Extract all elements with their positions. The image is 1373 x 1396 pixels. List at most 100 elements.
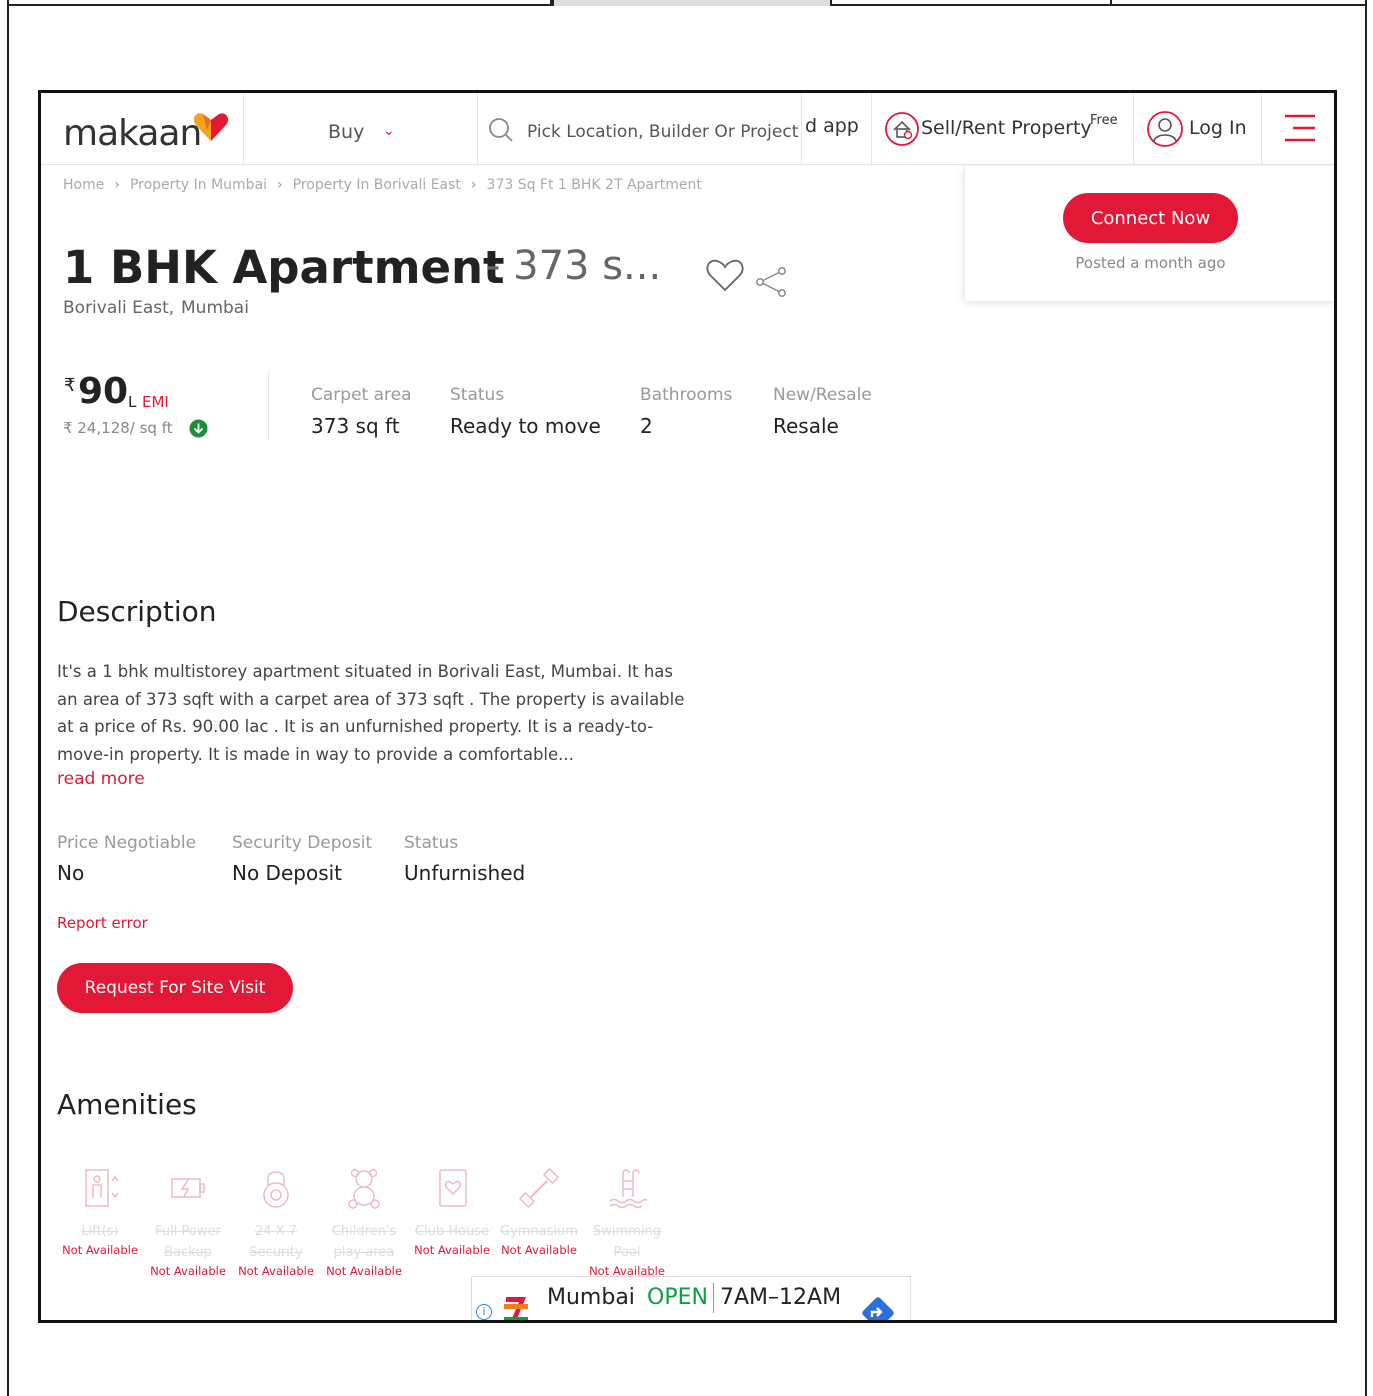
amenity-status: Not Available (501, 1243, 577, 1257)
spec-value: Ready to move (450, 414, 601, 438)
directions-icon[interactable] (858, 1293, 898, 1323)
read-more-link[interactable]: read more (57, 769, 145, 789)
detail-value: Unfurnished (404, 861, 526, 885)
detail-furnishing-status: Status Unfurnished (404, 833, 525, 885)
amenity-item: Club House Not Available (410, 1167, 494, 1258)
request-site-visit-button[interactable]: Request For Site Visit (57, 963, 293, 1013)
table-cell-shaded (552, 0, 830, 6)
table-cell (830, 0, 1110, 6)
ad-banner[interactable]: i Mumbai OPEN 7AM–12AM (471, 1276, 911, 1323)
amenity-item: 24 X 7 Security Not Available (234, 1167, 318, 1279)
user-icon (1147, 111, 1183, 147)
price-per-sqft: ₹ 24,128/ sq ft (63, 419, 173, 437)
breadcrumb-current: 373 Sq Ft 1 BHK 2T Apartment (486, 177, 702, 193)
detail-label: Security Deposit (232, 833, 373, 853)
breadcrumb-home[interactable]: Home (63, 177, 104, 193)
search-icon (489, 118, 513, 142)
description-text: It's a 1 bhk multistorey apartment situa… (57, 662, 685, 764)
screenshot: makaan Buy ⌄ Pick Location, Builder Or P… (38, 90, 1337, 1323)
detail-value: No Deposit (232, 861, 343, 885)
header-divider (871, 93, 872, 165)
makaan-logo[interactable]: makaan (63, 113, 202, 154)
header-divider (801, 93, 802, 165)
table-cell (1110, 0, 1365, 6)
spec-new-resale: New/Resale Resale (773, 385, 872, 438)
description-heading: Description (57, 595, 217, 628)
amenity-item: Children's play area Not Available (322, 1167, 406, 1279)
store-logo-icon (502, 1293, 530, 1320)
amenity-name: Swimming Pool (593, 1224, 661, 1260)
price-divider (268, 371, 269, 441)
club-house-icon (439, 1169, 467, 1207)
amenity-status: Not Available (326, 1264, 402, 1278)
favourite-heart-icon[interactable] (705, 257, 745, 293)
amenity-name: Children's play area (331, 1224, 397, 1260)
report-error-link[interactable]: Report error (57, 914, 148, 932)
detail-label: Price Negotiable (57, 833, 197, 853)
ad-hours: 7AM–12AM (720, 1285, 842, 1310)
spec-label: Carpet area (311, 385, 412, 405)
chevron-right-icon: › (277, 177, 283, 193)
search-input[interactable]: Pick Location, Builder Or Project (527, 122, 798, 142)
city[interactable]: Mumbai (181, 298, 249, 318)
currency-symbol: ₹ (64, 375, 76, 396)
amenity-name: Full Power Backup (155, 1224, 221, 1260)
amenity-status: Not Available (150, 1264, 226, 1278)
hamburger-menu-icon[interactable] (1283, 113, 1317, 143)
swimming-pool-icon (609, 1169, 648, 1209)
detail-price-negotiable: Price Negotiable No (57, 833, 196, 885)
price-trend-down-icon[interactable] (189, 419, 208, 438)
connect-panel: Connect Now Posted a month ago (964, 166, 1334, 301)
amenity-status: Not Available (238, 1264, 314, 1278)
site-header: makaan Buy ⌄ Pick Location, Builder Or P… (41, 93, 1334, 165)
spec-carpet-area: Carpet area 373 sq ft (311, 385, 412, 438)
page-title: 1 BHK Apartment (63, 241, 505, 294)
ad-city: Mumbai (547, 1285, 635, 1310)
header-divider (1133, 93, 1134, 165)
spec-status: Status Ready to move (450, 385, 601, 438)
breadcrumb-locality[interactable]: Property In Borivali East (293, 177, 461, 193)
posted-time: Posted a month ago (1075, 254, 1226, 272)
ad-open-status: OPEN (647, 1285, 708, 1310)
amenity-item: Swimming Pool Not Available (585, 1167, 669, 1279)
power-backup-icon (171, 1178, 205, 1198)
lift-icon (85, 1169, 119, 1207)
chevron-right-icon: › (114, 177, 120, 193)
connect-now-button[interactable]: Connect Now (1063, 193, 1238, 243)
buy-menu[interactable]: Buy (328, 121, 364, 143)
spec-value: 2 (640, 414, 653, 438)
price: 90 (78, 371, 129, 412)
security-icon (263, 1171, 289, 1208)
amenity-status: Not Available (414, 1243, 490, 1257)
logo-heart-icon (193, 113, 229, 141)
amenity-item: Full Power Backup Not Available (146, 1167, 230, 1279)
sell-property-icon (885, 112, 919, 146)
gymnasium-icon (518, 1167, 560, 1209)
title-area-suffix: - 373 s... (486, 243, 662, 289)
detail-value: No (57, 861, 85, 885)
spec-label: New/Resale (773, 385, 872, 405)
login-link[interactable]: Log In (1189, 117, 1247, 139)
amenity-item: Gymnasium Not Available (497, 1167, 581, 1258)
free-badge: Free (1090, 113, 1118, 128)
download-app-link[interactable]: d app (805, 115, 859, 137)
sell-rent-property-link[interactable]: Sell/Rent Property (921, 117, 1092, 139)
header-divider (243, 93, 244, 165)
emi-link[interactable]: EMI (142, 393, 169, 411)
header-divider (477, 93, 478, 165)
amenities-heading: Amenities (57, 1088, 197, 1121)
chevron-right-icon: › (470, 177, 477, 193)
spec-label: Bathrooms (640, 385, 733, 405)
amenity-name: Lift(s) (81, 1224, 119, 1239)
breadcrumb-city[interactable]: Property In Mumbai (130, 177, 267, 193)
ad-divider (713, 1283, 714, 1313)
chevron-down-icon[interactable]: ⌄ (383, 123, 395, 139)
spec-value: Resale (773, 414, 839, 438)
detail-security-deposit: Security Deposit No Deposit (232, 833, 372, 885)
ad-info-icon[interactable]: i (476, 1304, 492, 1320)
locality[interactable]: Borivali East, (63, 298, 174, 318)
amenity-name: 24 X 7 Security (249, 1224, 303, 1260)
play-area-icon (348, 1168, 380, 1209)
detail-label: Status (404, 833, 459, 853)
share-icon[interactable] (754, 265, 788, 299)
